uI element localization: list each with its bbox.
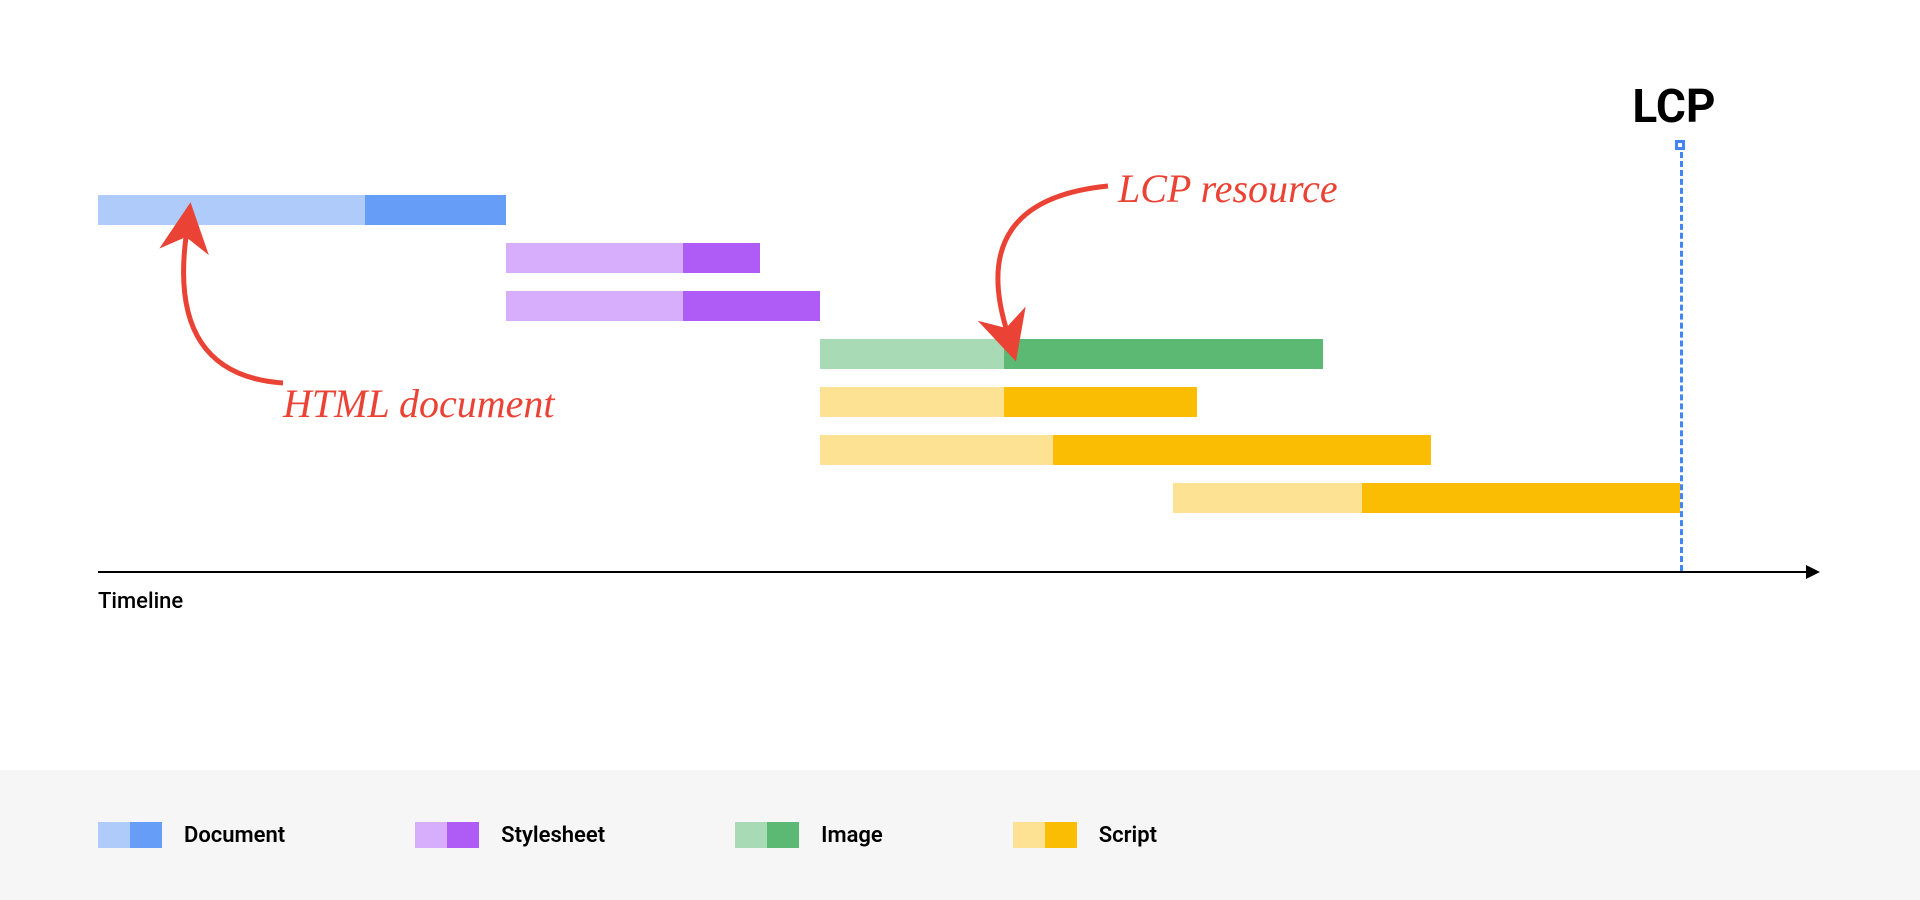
lcp-label: LCP — [1632, 80, 1715, 134]
timeline-bar — [98, 195, 506, 225]
lcp-marker-icon — [1675, 140, 1685, 150]
legend-item: Document — [98, 822, 285, 848]
bar-phase-queued — [820, 435, 1052, 465]
legend-item: Image — [735, 822, 883, 848]
legend-label: Script — [1099, 823, 1157, 848]
bar-phase-queued — [820, 387, 1004, 417]
timeline-axis — [98, 571, 1812, 573]
timeline-bar — [820, 435, 1431, 465]
legend-swatch-icon — [415, 822, 479, 848]
bar-phase-download — [683, 243, 760, 273]
legend-swatch-icon — [735, 822, 799, 848]
legend-item: Script — [1013, 822, 1157, 848]
bar-phase-download — [1004, 387, 1197, 417]
bar-phase-download — [1053, 435, 1431, 465]
legend-item: Stylesheet — [415, 822, 605, 848]
bar-phase-download — [1362, 483, 1680, 513]
timeline-bar — [1173, 483, 1680, 513]
annotation-arrow-icon — [898, 180, 1158, 360]
bar-phase-queued — [506, 243, 683, 273]
legend-label: Image — [821, 823, 883, 848]
timeline-bar — [820, 387, 1197, 417]
bar-phase-download — [683, 291, 821, 321]
legend-swatch-icon — [98, 822, 162, 848]
bar-phase-queued — [98, 195, 365, 225]
legend-label: Document — [184, 823, 285, 848]
timeline-bar — [506, 243, 761, 273]
bar-phase-queued — [506, 291, 683, 321]
bar-phase-download — [365, 195, 506, 225]
lcp-dashed-line — [1680, 152, 1683, 571]
legend-swatch-icon — [1013, 822, 1077, 848]
bar-phase-queued — [1173, 483, 1362, 513]
axis-arrowhead-icon — [1806, 565, 1820, 579]
timeline-bar — [506, 291, 821, 321]
annotation-arrow-icon — [158, 225, 358, 425]
legend-label: Stylesheet — [501, 823, 605, 848]
legend: Document Stylesheet Image Script — [0, 770, 1920, 900]
axis-label: Timeline — [98, 589, 183, 614]
timeline-chart: LCP Timeline HTML document LCP resource — [98, 80, 1818, 680]
